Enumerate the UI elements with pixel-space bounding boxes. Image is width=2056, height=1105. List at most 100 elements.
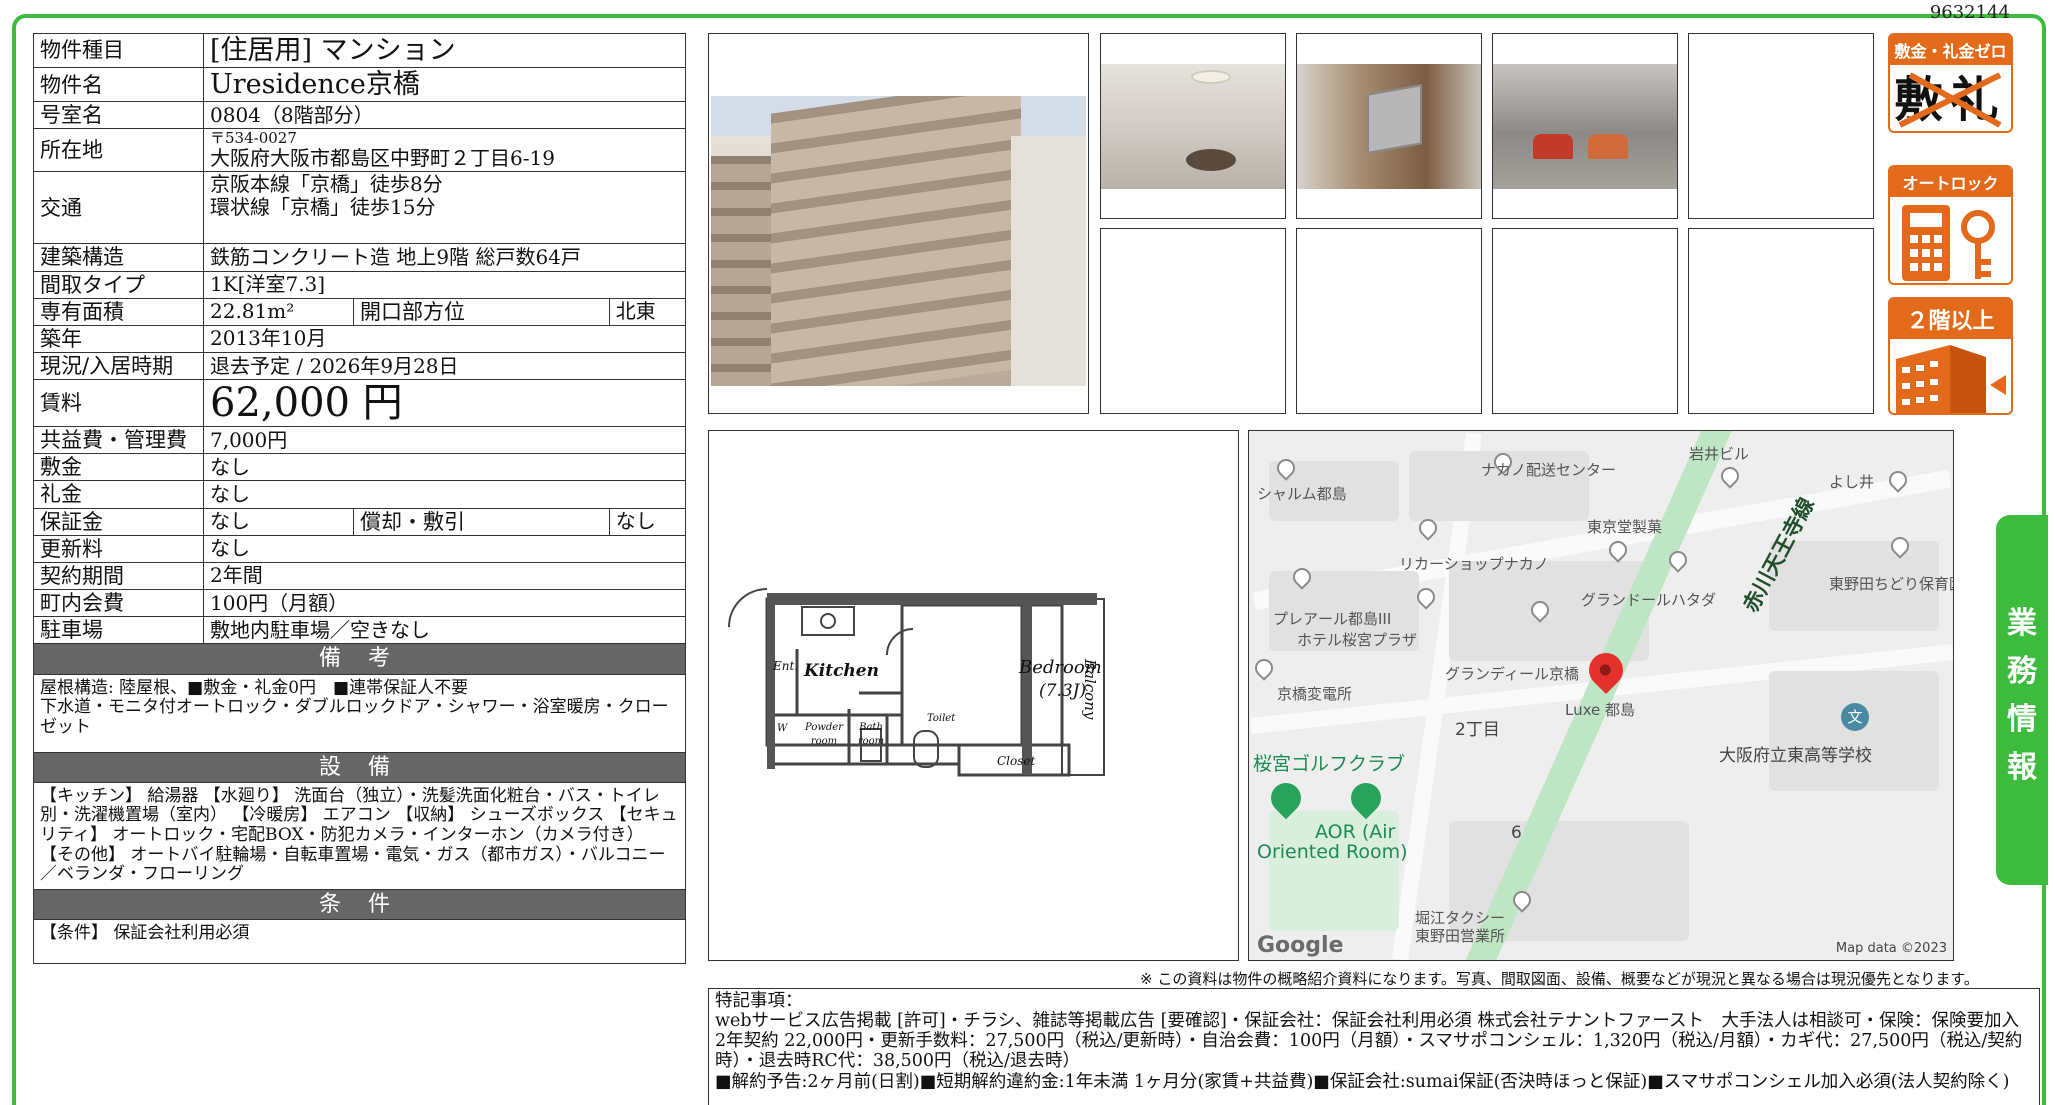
rent-label: 賃料 — [33, 379, 204, 428]
map-label: 6 — [1511, 823, 1522, 843]
built-label: 築年 — [33, 324, 204, 354]
map-label-green: 桜宮ゴルフクラブ — [1253, 753, 1406, 775]
layout-value: 1K[洋室7.3] — [203, 270, 686, 299]
guarantee-value: なし — [203, 507, 354, 536]
floor-plan-drawing — [728, 588, 1105, 777]
balcony-label: Balcony — [1081, 659, 1099, 720]
access-line-1: 京阪本線「京橋」徒歩8分 — [210, 172, 443, 197]
powder-room-label: Powder room — [805, 722, 844, 747]
access-label: 交通 — [33, 171, 204, 245]
remarks-line-2: ■解約予告:2ヶ月前(日割)■短期解約違約金:1年未満 1ヶ月分(家賃+共益費)… — [715, 1071, 2010, 1092]
closet-label: Closet — [997, 754, 1036, 768]
deposit-value: なし — [203, 453, 686, 482]
kitchen-label: Kitchen — [804, 661, 879, 681]
photo-interior[interactable] — [1100, 33, 1286, 219]
building-image — [711, 96, 1086, 386]
cross-out-icon — [1898, 72, 2002, 128]
side-tab-label: 業務情報 — [2007, 606, 2037, 785]
business-info-tab[interactable]: 業務情報 — [1996, 515, 2048, 885]
room-value: 0804（8階部分） — [203, 101, 686, 130]
key-money-value: なし — [203, 480, 686, 509]
intercom-key-icon — [1902, 205, 1995, 281]
bikou-header: 備 考 — [33, 643, 686, 675]
badge-floor-title: ２階以上 — [1890, 299, 2011, 339]
reference-number: 9632144 — [1929, 2, 2010, 23]
amortization-value: なし — [608, 507, 687, 536]
type-value: [住居用] マンション — [203, 32, 686, 69]
property-spec-table: 物件種目 [住居用] マンション 物件名 Uresidence京橋 号室名 0804（… — [33, 32, 687, 964]
room-label: 号室名 — [33, 101, 204, 130]
photo-slot-empty — [1100, 228, 1286, 414]
photo-parking[interactable] — [1492, 33, 1678, 219]
map-label: 岩井ビル — [1689, 445, 1750, 463]
type-label: 物件種目 — [33, 32, 204, 69]
jouken-header: 条 件 — [33, 888, 686, 920]
fee-label: 共益費・管理費 — [33, 426, 204, 455]
fee-value: 7,000円 — [203, 426, 686, 455]
map-label-green: Oriented Room) — [1257, 841, 1408, 863]
association-value: 100円（月額） — [203, 589, 686, 618]
photo-slot-empty — [1296, 228, 1482, 414]
structure-label: 建築構造 — [33, 243, 204, 272]
photo-entrance[interactable] — [1296, 33, 1482, 219]
badge-autolock: オートロック — [1888, 165, 2013, 285]
google-logo: Google — [1257, 933, 1344, 958]
badge-zero-title: 敷金・礼金ゼロ — [1890, 35, 2011, 65]
term-value: 2年間 — [203, 561, 686, 591]
badge-autolock-title: オートロック — [1890, 167, 2011, 197]
entrance-label: Ent. — [773, 659, 799, 673]
association-label: 町内会費 — [33, 589, 204, 618]
washer-label: W — [777, 723, 788, 734]
toilet-label: Toilet — [927, 713, 956, 724]
layout-label: 間取タイプ — [33, 270, 204, 299]
name-value: Uresidence京橋 — [203, 67, 686, 103]
amortization-label: 償却・敷引 — [353, 507, 610, 536]
orient-label: 開口部方位 — [353, 297, 610, 326]
map-label-green: AOR (Air — [1315, 821, 1396, 843]
building-floor-icon — [1896, 345, 2006, 413]
map-label: グランディール京橋 — [1445, 665, 1579, 683]
map-label: シャルム都島 — [1257, 485, 1347, 503]
map-label: よし井 — [1829, 473, 1875, 491]
parking-label: 駐車場 — [33, 616, 204, 645]
disclaimer: ※ この資料は物件の概略紹介資料になります。写真、間取図面、設備、概要などが現況… — [1140, 970, 1979, 988]
remarks-title: 特記事項： — [715, 991, 803, 1011]
map-label: ナカノ配送センター — [1481, 461, 1617, 479]
map-label: Luxe 都島 — [1565, 701, 1636, 719]
zip-code: 〒534-0027 — [210, 129, 297, 148]
map-label: 大阪府立東高等学校 — [1719, 746, 1872, 766]
map-label: 京橋変電所 — [1277, 685, 1353, 703]
area-label: 専有面積 — [33, 297, 204, 326]
main-building-photo[interactable] — [708, 33, 1089, 414]
bath-room-label: Bath room — [857, 722, 885, 747]
address-value: 大阪府大阪市都島区中野町２丁目6-19 — [210, 146, 555, 171]
structure-value: 鉄筋コンクリート造 地上9階 総戸数64戸 — [203, 243, 686, 272]
guarantee-label: 保証金 — [33, 507, 204, 536]
location-map[interactable]: 岩井ビル ナカノ配送センター シャルム都島 よし井 東京堂製菓 リカーショップナ… — [1248, 430, 1954, 961]
map-label: 東京堂製菓 — [1587, 518, 1663, 536]
built-value: 2013年10月 — [203, 324, 686, 354]
photo-slot-empty — [1492, 228, 1678, 414]
parking-value: 敷地内駐車場／空きなし — [203, 616, 686, 645]
map-attribution: Map data ©2023 — [1835, 941, 1947, 956]
badge-zero-deposit: 敷金・礼金ゼロ 敷礼 — [1888, 33, 2013, 133]
school-icon: 文 — [1841, 703, 1869, 731]
special-remarks: 特記事項： webサービス広告掲載 [許可]・チラシ、雑誌等掲載広告 [要確認]… — [708, 988, 2040, 1105]
bedroom-size-label: (7.3J) — [1039, 681, 1087, 701]
area-value: 22.81m² — [203, 297, 354, 326]
orient-value: 北東 — [608, 297, 687, 326]
jouken-text: 【条件】 保証会社利用必須 — [33, 918, 686, 964]
map-label: プレアール都島III — [1273, 610, 1392, 628]
status-label: 現況/入居時期 — [33, 352, 204, 381]
access-line-2: 環状線「京橋」徒歩15分 — [210, 195, 436, 220]
map-label: グランドールハタダ — [1581, 591, 1717, 609]
rent-value: 62,000 円 — [203, 379, 686, 428]
badge-2nd-floor-plus: ２階以上 — [1888, 297, 2013, 415]
photo-slot-empty — [1688, 228, 1874, 414]
floor-plan[interactable]: Kitchen Bedroom (7.3J) Balcony Closet En… — [708, 430, 1239, 961]
map-label: 2丁目 — [1455, 720, 1500, 740]
key-money-label: 礼金 — [33, 480, 204, 509]
setsubi-header: 設 備 — [33, 751, 686, 783]
renewal-value: なし — [203, 534, 686, 563]
remarks-line-1: webサービス広告掲載 [許可]・チラシ、雑誌等掲載広告 [要確認]・保証会社：… — [715, 1011, 2023, 1072]
